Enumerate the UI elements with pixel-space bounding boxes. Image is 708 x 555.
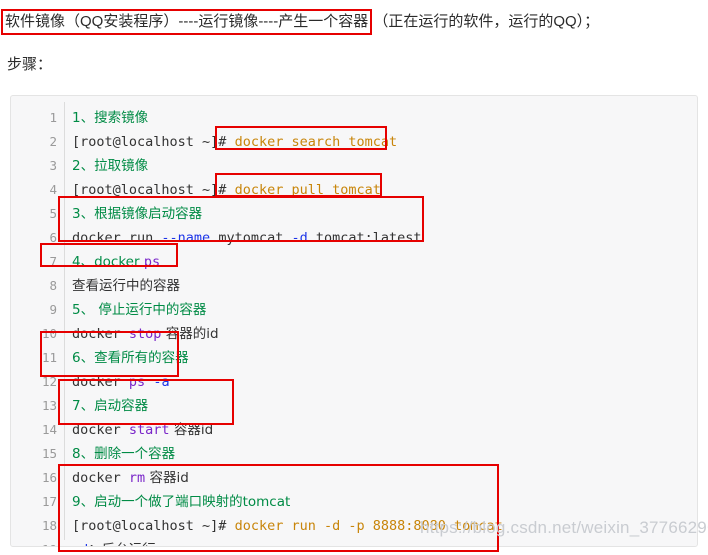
code-token: mytomcat [210, 230, 292, 246]
code-line-text: docker stop 容器的id [57, 322, 219, 346]
code-line-text: 查看运行中的容器 [57, 274, 180, 298]
intro-highlighted-text: 软件镜像（QQ安装程序）----运行镜像----产生一个容器 [1, 9, 373, 35]
code-token: docker [72, 374, 129, 390]
code-line: 7 4、docker ps [11, 250, 697, 274]
code-line-text: 2、拉取镜像 [57, 154, 148, 178]
line-number: 1 [49, 110, 57, 125]
steps-label: 步骤： [7, 56, 53, 73]
line-number: 5 [49, 206, 57, 221]
code-line: 2 [root@localhost ~]# docker search tomca… [11, 130, 697, 154]
code-line-text: 1、搜索镜像 [57, 106, 148, 130]
code-line-text: -d：后台运行 [57, 538, 156, 546]
code-line-text: docker ps -a [57, 370, 170, 394]
code-token: [root@localhost ~]# [72, 134, 227, 150]
code-block: 1 1、搜索镜像 2 [root@localhost ~]# docker searc… [10, 95, 698, 547]
code-line-text: 6、查看所有的容器 [57, 346, 189, 370]
code-token: 2、拉取镜像 [72, 158, 149, 174]
line-number: 4 [49, 182, 57, 197]
code-token: rm [128, 470, 146, 486]
line-number: 11 [41, 350, 57, 365]
code-lines-container: 1 1、搜索镜像 2 [root@localhost ~]# docker searc… [11, 96, 697, 546]
line-number: 2 [49, 134, 57, 149]
code-line: 19-d：后台运行 [11, 538, 697, 546]
code-token: 9、启动一个做了端口映射的tomcat [72, 494, 291, 510]
code-line-text: [root@localhost ~]# docker pull tomcat [57, 178, 381, 202]
code-line-text: [root@localhost ~]# docker search tomcat [57, 130, 397, 154]
code-token: ps [128, 374, 146, 390]
code-token: ：后台运行 [88, 542, 156, 546]
code-line: 14 docker start 容器id [11, 418, 697, 442]
code-token: docker [72, 326, 129, 342]
code-line: 5 3、根据镜像启动容器 [11, 202, 697, 226]
code-token: 8、删除一个容器 [72, 446, 176, 462]
code-token: -a [153, 374, 170, 390]
code-token: docker pull tomcat [226, 182, 381, 198]
code-token: --name [161, 230, 211, 246]
line-number: 8 [49, 278, 57, 293]
line-number: 9 [49, 302, 57, 317]
code-token: docker search tomcat [226, 134, 398, 150]
code-line: 1 1、搜索镜像 [11, 106, 697, 130]
code-line-text: 9、启动一个做了端口映射的tomcat [57, 490, 290, 514]
line-number: 6 [49, 230, 57, 245]
code-token: 5、 停止运行中的容器 [72, 302, 207, 318]
code-line-text: 5、 停止运行中的容器 [57, 298, 206, 322]
code-line: 15 8、删除一个容器 [11, 442, 697, 466]
intro-section: 软件镜像（QQ安装程序）----运行镜像----产生一个容器 （正在运行的软件，运… [0, 0, 708, 75]
code-token: docker [72, 470, 129, 486]
code-line: 13 7、启动容器 [11, 394, 697, 418]
code-line: 6 docker run --name mytomcat -d tomcat:la… [11, 226, 697, 250]
line-number: 12 [41, 374, 57, 389]
code-token: 查看运行中的容器 [72, 278, 180, 294]
code-line: 11 6、查看所有的容器 [11, 346, 697, 370]
code-line: 9 5、 停止运行中的容器 [11, 298, 697, 322]
line-number: 10 [41, 326, 57, 341]
code-token: ps [143, 254, 161, 270]
code-line-text: 3、根据镜像启动容器 [57, 202, 202, 226]
code-line: 12 docker ps -a [11, 370, 697, 394]
code-token: 1、搜索镜像 [72, 110, 149, 126]
line-number: 16 [41, 470, 57, 485]
code-line-text: 4、docker ps [57, 250, 160, 274]
code-line: 10 docker stop 容器的id [11, 322, 697, 346]
code-line-text: 7、启动容器 [57, 394, 148, 418]
code-line-text: docker rm 容器id [57, 466, 189, 490]
code-line: 4 [root@localhost ~]# docker pull tomcat [11, 178, 697, 202]
line-number: 13 [41, 398, 57, 413]
code-token: [root@localhost ~]# [72, 182, 227, 198]
code-token: 容器id [169, 422, 214, 438]
line-number: 19 [11, 538, 57, 546]
code-token: docker run [72, 230, 162, 246]
code-line-text: 8、删除一个容器 [57, 442, 175, 466]
code-token: -d [72, 542, 88, 546]
code-token: -d [291, 230, 308, 246]
code-token: start [128, 422, 170, 438]
code-token: [root@localhost ~]# [72, 518, 235, 534]
line-number: 14 [41, 422, 57, 437]
line-number: 3 [49, 158, 57, 173]
line-number: 18 [41, 518, 57, 533]
code-token: docker [72, 422, 129, 438]
code-token: stop [128, 326, 162, 342]
code-line: 8 查看运行中的容器 [11, 274, 697, 298]
code-line: 16 docker rm 容器id [11, 466, 697, 490]
code-line: 17 9、启动一个做了端口映射的tomcat [11, 490, 697, 514]
code-token: tomcat:latest [307, 230, 422, 246]
code-token: 容器id [145, 470, 189, 486]
code-line: 3 2、拉取镜像 [11, 154, 697, 178]
code-token: 3、根据镜像启动容器 [72, 206, 203, 222]
code-token: 容器的id [161, 326, 219, 342]
code-line-text: docker start 容器id [57, 418, 213, 442]
line-number: 7 [49, 254, 57, 269]
line-number: 17 [41, 494, 57, 509]
line-number: 15 [41, 446, 57, 461]
code-line-text: docker run --name mytomcat -d tomcat:lat… [57, 226, 422, 250]
intro-paragraph: 软件镜像（QQ安装程序）----运行镜像----产生一个容器 （正在运行的软件，运… [1, 9, 708, 35]
code-token: 7、启动容器 [72, 398, 149, 414]
intro-trailing-text: （正在运行的软件，运行的QQ）； [373, 13, 600, 30]
code-token: 6、查看所有的容器 [72, 350, 189, 366]
csdn-watermark: https://blog.csdn.net/weixin_37766296 [420, 518, 708, 537]
code-token: 4、docker [72, 254, 144, 270]
